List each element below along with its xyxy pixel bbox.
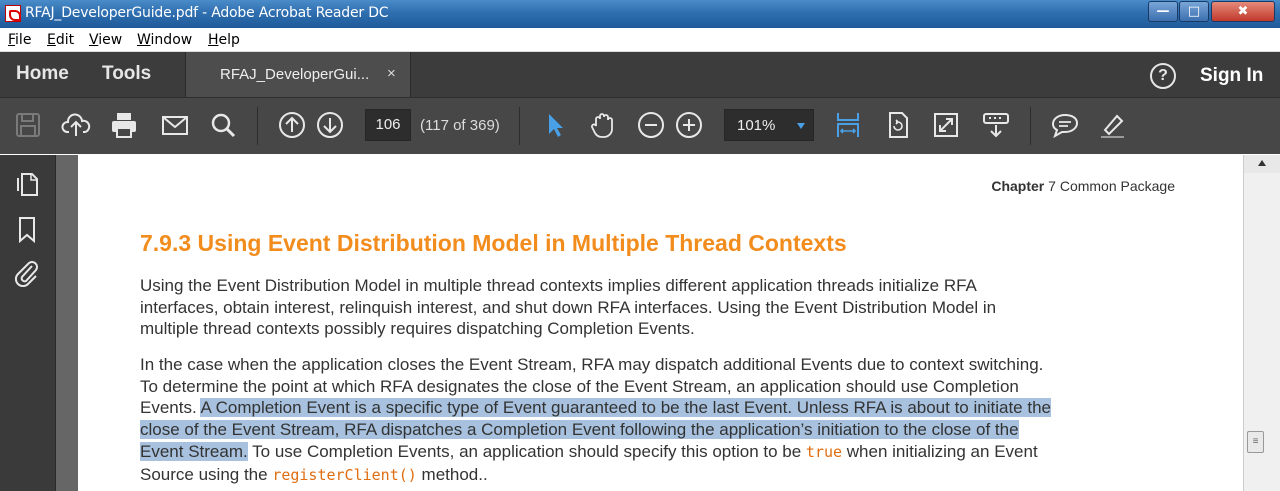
- comment-icon[interactable]: [1050, 110, 1080, 140]
- zoom-out-icon[interactable]: [636, 110, 666, 140]
- inline-code: registerClient(): [272, 465, 417, 484]
- document-tab[interactable]: RFAJ_DeveloperGui... ×: [185, 52, 411, 97]
- upload-icon[interactable]: [61, 110, 91, 140]
- document-tab-close-icon[interactable]: ×: [387, 65, 396, 82]
- menu-edit[interactable]: Edit: [47, 32, 74, 48]
- paragraph-1: Using the Event Distribution Model in mu…: [140, 275, 1180, 340]
- menu-bar: File Edit View Window Help: [0, 28, 1280, 52]
- sign-in-button[interactable]: Sign In: [1200, 65, 1263, 87]
- close-window-button[interactable]: ✖: [1211, 1, 1275, 22]
- menu-edit-mnemonic: E: [47, 32, 56, 48]
- document-view[interactable]: Chapter 7 Common Package 7.9.3 Using Eve…: [56, 155, 1243, 491]
- paragraph-line: Using the Event Distribution Model in mu…: [140, 276, 977, 295]
- menu-view-mnemonic: V: [89, 32, 99, 48]
- pdf-page[interactable]: Chapter 7 Common Package 7.9.3 Using Eve…: [78, 155, 1243, 491]
- paragraph-line: interfaces, obtain interest, relinquish …: [140, 297, 997, 317]
- menu-help[interactable]: Help: [208, 32, 240, 48]
- chapter-title: 7 Common Package: [1048, 178, 1175, 194]
- toolbar-separator: [519, 107, 520, 145]
- document-tab-label: RFAJ_DeveloperGui...: [220, 66, 370, 83]
- selected-text[interactable]: close of the Event Stream, RFA dispatche…: [140, 420, 1019, 440]
- zoom-in-icon[interactable]: [674, 110, 704, 140]
- paragraph-line: Event Stream. To use Completion Events, …: [140, 441, 1180, 464]
- paragraph-2: In the case when the application closes …: [140, 354, 1180, 486]
- paragraph-line: close of the Event Stream, RFA dispatche…: [140, 419, 1180, 441]
- pages-icon[interactable]: [12, 169, 42, 199]
- read-mode-icon[interactable]: [981, 110, 1011, 140]
- menu-view[interactable]: View: [89, 32, 122, 48]
- chevron-down-icon: [797, 123, 805, 129]
- vertical-scrollbar[interactable]: ≡: [1243, 155, 1280, 491]
- tools-tab[interactable]: Tools: [102, 63, 151, 85]
- attachment-icon[interactable]: [12, 257, 42, 288]
- print-icon[interactable]: [109, 110, 139, 140]
- paragraph-line: In the case when the application closes …: [140, 355, 1044, 374]
- toolbar-separator: [257, 107, 258, 145]
- minimize-button[interactable]: —: [1148, 1, 1178, 22]
- highlight-pen-icon[interactable]: [1097, 110, 1127, 140]
- paragraph-line: To determine the point at which RFA desi…: [140, 376, 1019, 396]
- menu-file-mnemonic: F: [8, 32, 16, 48]
- menu-window-mnemonic: W: [137, 32, 151, 48]
- menu-help-label: elp: [218, 32, 240, 48]
- paragraph-text: To use Completion Events, an application…: [247, 441, 806, 461]
- paragraph-line: multiple thread contexts possibly requir…: [140, 319, 695, 339]
- paragraph-text: Source using the: [140, 464, 273, 484]
- menu-edit-label: dit: [55, 32, 75, 48]
- scroll-thumb[interactable]: ≡: [1247, 431, 1264, 453]
- running-header: Chapter 7 Common Package: [991, 178, 1175, 194]
- top-navigation: Home Tools RFAJ_DeveloperGui... × ? Sign…: [0, 52, 1280, 97]
- home-tab[interactable]: Home: [16, 63, 69, 85]
- paragraph-line: Events. A Completion Event is a specific…: [140, 397, 1180, 419]
- paragraph-text: Events.: [140, 398, 201, 418]
- email-icon[interactable]: [160, 110, 190, 140]
- hand-icon[interactable]: [588, 110, 618, 140]
- window-title: RFAJ_DeveloperGuide.pdf - Adobe Acrobat …: [25, 5, 389, 21]
- help-icon[interactable]: ?: [1150, 63, 1176, 89]
- menu-window-label: indow: [150, 32, 193, 48]
- menu-file[interactable]: File: [8, 32, 31, 48]
- toolbar: 106 (117 of 369) 101%: [0, 97, 1280, 154]
- fullscreen-icon[interactable]: [931, 110, 961, 140]
- zoom-select[interactable]: 101%: [724, 109, 814, 141]
- maximize-button[interactable]: □: [1179, 1, 1209, 22]
- rotate-icon[interactable]: [883, 110, 913, 140]
- menu-window[interactable]: Window: [137, 32, 192, 48]
- selected-text[interactable]: Event Stream.: [140, 441, 248, 461]
- page-up-icon[interactable]: [277, 110, 307, 140]
- paragraph-text: method..: [416, 464, 488, 484]
- acrobat-app-icon: [5, 5, 21, 22]
- menu-help-mnemonic: H: [208, 32, 219, 48]
- save-icon[interactable]: [13, 110, 43, 140]
- title-bar: RFAJ_DeveloperGuide.pdf - Adobe Acrobat …: [0, 0, 1280, 28]
- chapter-label: Chapter: [991, 178, 1045, 194]
- bookmark-icon[interactable]: [12, 214, 42, 244]
- menu-file-label: ile: [15, 32, 32, 48]
- fit-width-icon[interactable]: [833, 110, 863, 140]
- paragraph-text: when initializing an Event: [842, 441, 1038, 461]
- page-number-input[interactable]: 106: [365, 109, 411, 141]
- select-arrow-icon[interactable]: [540, 110, 570, 140]
- inline-code: true: [805, 442, 843, 461]
- zoom-value: 101%: [737, 117, 776, 134]
- page-down-icon[interactable]: [315, 110, 345, 140]
- paragraph-line: Source using the registerClient() method…: [140, 464, 1180, 487]
- menu-view-label: iew: [98, 32, 123, 48]
- page-count: (117 of 369): [420, 117, 500, 134]
- scroll-up-arrow-icon[interactable]: [1244, 155, 1280, 173]
- search-icon[interactable]: [208, 110, 238, 140]
- selected-text[interactable]: A Completion Event is a specific type of…: [200, 398, 1051, 418]
- section-heading: 7.9.3 Using Event Distribution Model in …: [140, 230, 847, 256]
- left-navigation-rail: [0, 155, 56, 491]
- toolbar-separator: [1030, 107, 1031, 145]
